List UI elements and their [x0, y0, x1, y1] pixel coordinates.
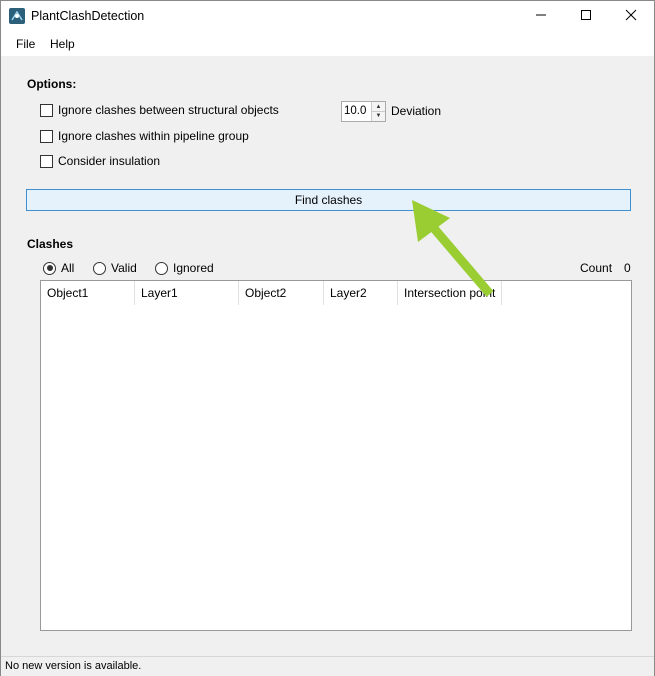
radio-ignored[interactable]: Ignored — [155, 261, 214, 275]
count-label: Count — [580, 261, 613, 275]
minimize-button[interactable] — [518, 1, 564, 32]
app-window: PlantClashDetection File Help Options: I… — [0, 0, 655, 676]
checkbox-box[interactable] — [40, 129, 53, 143]
checkbox-label: Ignore clashes between structural object… — [58, 103, 279, 117]
minimize-icon — [535, 9, 547, 24]
spin-buttons: ▲ ▼ — [371, 102, 385, 121]
column-header-object1[interactable]: Object1 — [41, 281, 135, 305]
radio-valid[interactable]: Valid — [93, 261, 137, 275]
menu-help[interactable]: Help — [50, 37, 75, 51]
maximize-icon — [580, 9, 592, 24]
window-title: PlantClashDetection — [31, 9, 145, 23]
status-bar: No new version is available. — [1, 656, 654, 676]
checkbox-box[interactable] — [40, 154, 53, 168]
column-header-layer1[interactable]: Layer1 — [135, 281, 239, 305]
radio-label: Valid — [111, 261, 137, 275]
deviation-label: Deviation — [391, 104, 442, 118]
title-bar[interactable]: PlantClashDetection — [1, 1, 654, 32]
menu-file[interactable]: File — [16, 37, 35, 51]
find-clashes-button[interactable]: Find clashes — [26, 189, 631, 211]
radio-label: Ignored — [173, 261, 214, 275]
checkbox-label: Consider insulation — [58, 154, 161, 168]
radio-button[interactable] — [43, 261, 56, 275]
spin-down-icon[interactable]: ▼ — [372, 111, 385, 120]
clashes-heading: Clashes — [27, 237, 74, 251]
clashes-table[interactable]: Object1 Layer1 Object2 Layer2 Intersecti… — [40, 280, 632, 631]
checkbox-consider-insulation[interactable]: Consider insulation — [40, 154, 160, 168]
radio-button[interactable] — [155, 261, 168, 275]
column-header-intersection-point[interactable]: Intersection point — [398, 281, 502, 305]
plant-clash-icon — [9, 8, 25, 24]
options-heading: Options: — [27, 77, 77, 91]
main-content: Options: Ignore clashes between structur… — [1, 56, 654, 656]
checkbox-box[interactable] — [40, 103, 53, 117]
radio-all[interactable]: All — [43, 261, 74, 275]
column-header-object2[interactable]: Object2 — [239, 281, 324, 305]
close-button[interactable] — [608, 1, 654, 32]
checkbox-ignore-pipeline-group[interactable]: Ignore clashes within pipeline group — [40, 129, 249, 143]
radio-button[interactable] — [93, 261, 106, 275]
checkbox-ignore-structural[interactable]: Ignore clashes between structural object… — [40, 103, 279, 117]
close-icon — [625, 9, 637, 24]
deviation-value[interactable]: 10.0 — [344, 105, 366, 117]
maximize-button[interactable] — [563, 1, 609, 32]
column-header-layer2[interactable]: Layer2 — [324, 281, 398, 305]
count-value: 0 — [624, 261, 631, 275]
checkbox-label: Ignore clashes within pipeline group — [58, 129, 249, 143]
menu-bar: File Help — [1, 32, 654, 56]
deviation-spinbox[interactable]: 10.0 ▲ ▼ — [341, 101, 386, 122]
radio-label: All — [61, 261, 75, 275]
status-text: No new version is available. — [5, 660, 142, 672]
